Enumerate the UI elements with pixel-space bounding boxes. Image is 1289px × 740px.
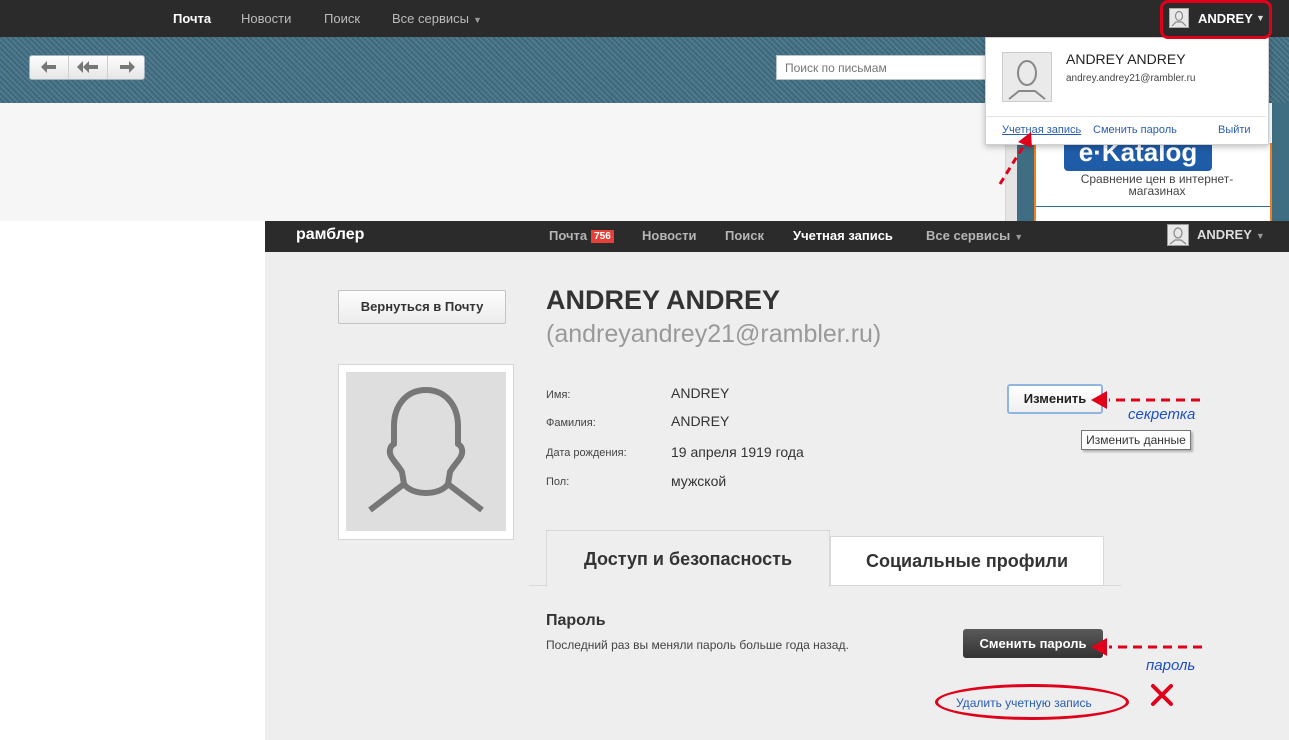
account-user-name: ANDREY [1197, 227, 1252, 242]
chevron-down-icon: ▼ [1255, 231, 1265, 241]
account-nav-mail[interactable]: Почта 756 [549, 228, 614, 243]
edit-tooltip: Изменить данные [1081, 430, 1191, 450]
account-nav-search[interactable]: Поиск [725, 228, 764, 243]
gender-label: Пол: [546, 476, 570, 488]
change-password-button[interactable]: Сменить пароль [963, 629, 1103, 658]
dropdown-user-email: andrey.andrey21@rambler.ru [1066, 73, 1196, 84]
account-user-menu[interactable]: ANDREY ▼ [1197, 227, 1265, 242]
side-background [1272, 103, 1289, 221]
mail-content-area [0, 103, 1005, 221]
account-nav-mail-label: Почта [549, 228, 588, 243]
account-nav-news[interactable]: Новости [642, 228, 697, 243]
birth-date-value: 19 апреля 1919 года [671, 444, 804, 460]
profile-email: (andreyandrey21@rambler.ru) [546, 320, 882, 348]
nav-mail-link[interactable]: Почта [173, 11, 211, 26]
rambler-logo[interactable]: рамблер [296, 226, 364, 244]
annotation-arrow-icon [998, 132, 1032, 185]
chevron-down-icon: ▼ [1014, 232, 1024, 242]
account-nav-all-services[interactable]: Все сервисы ▼ [926, 228, 1023, 243]
account-nav-account[interactable]: Учетная запись [793, 228, 893, 243]
unread-count-badge: 756 [591, 230, 614, 243]
logout-link[interactable]: Выйти [1218, 124, 1251, 136]
nav-search-link[interactable]: Поиск [324, 11, 360, 26]
gender-value: мужской [671, 473, 727, 489]
annotation-secret-note: секретка [1128, 406, 1196, 423]
mail-search-input[interactable] [776, 55, 990, 80]
nav-all-services-label: Все сервисы [392, 11, 469, 26]
default-avatar-icon [346, 372, 506, 531]
chevron-down-icon: ▼ [472, 15, 482, 25]
last-name-value: ANDREY [671, 413, 730, 429]
back-to-mail-button[interactable]: Вернуться в Почту [338, 290, 506, 324]
first-name-label: Имя: [546, 389, 571, 401]
reply-all-icon[interactable] [68, 56, 107, 79]
change-password-link[interactable]: Сменить пароль [1093, 124, 1177, 136]
divider [986, 116, 1266, 117]
reply-icon[interactable] [30, 56, 68, 79]
password-section-title: Пароль [546, 612, 606, 629]
tab-social-profiles[interactable]: Социальные профили [830, 536, 1104, 585]
nav-news-link[interactable]: Новости [241, 11, 291, 26]
dropdown-user-name: ANDREY ANDREY [1066, 51, 1186, 67]
annotation-password-note: пароль [1146, 657, 1196, 674]
profile-full-name: ANDREY ANDREY [546, 285, 781, 315]
forward-icon[interactable] [107, 56, 146, 79]
highlight-ring [935, 684, 1129, 720]
cross-mark-icon [1151, 684, 1173, 706]
avatar-icon [1002, 52, 1052, 102]
reply-buttons-group [29, 55, 145, 80]
avatar-icon[interactable] [1167, 224, 1189, 246]
ad-text: Сравнение цен в интернет-магазинах [1080, 172, 1234, 198]
ad-divider [1036, 206, 1270, 207]
account-nav-all-services-label: Все сервисы [926, 228, 1011, 243]
account-navigation-bar [265, 221, 1289, 252]
last-name-label: Фамилия: [546, 417, 596, 429]
highlight-ring [1160, 0, 1272, 39]
nav-all-services-link[interactable]: Все сервисы ▼ [392, 11, 482, 26]
tab-access-security[interactable]: Доступ и безопасность [546, 530, 830, 587]
first-name-value: ANDREY [671, 385, 730, 401]
password-description: Последний раз вы меняли пароль больше го… [546, 638, 849, 652]
birth-date-label: Дата рождения: [546, 447, 627, 459]
